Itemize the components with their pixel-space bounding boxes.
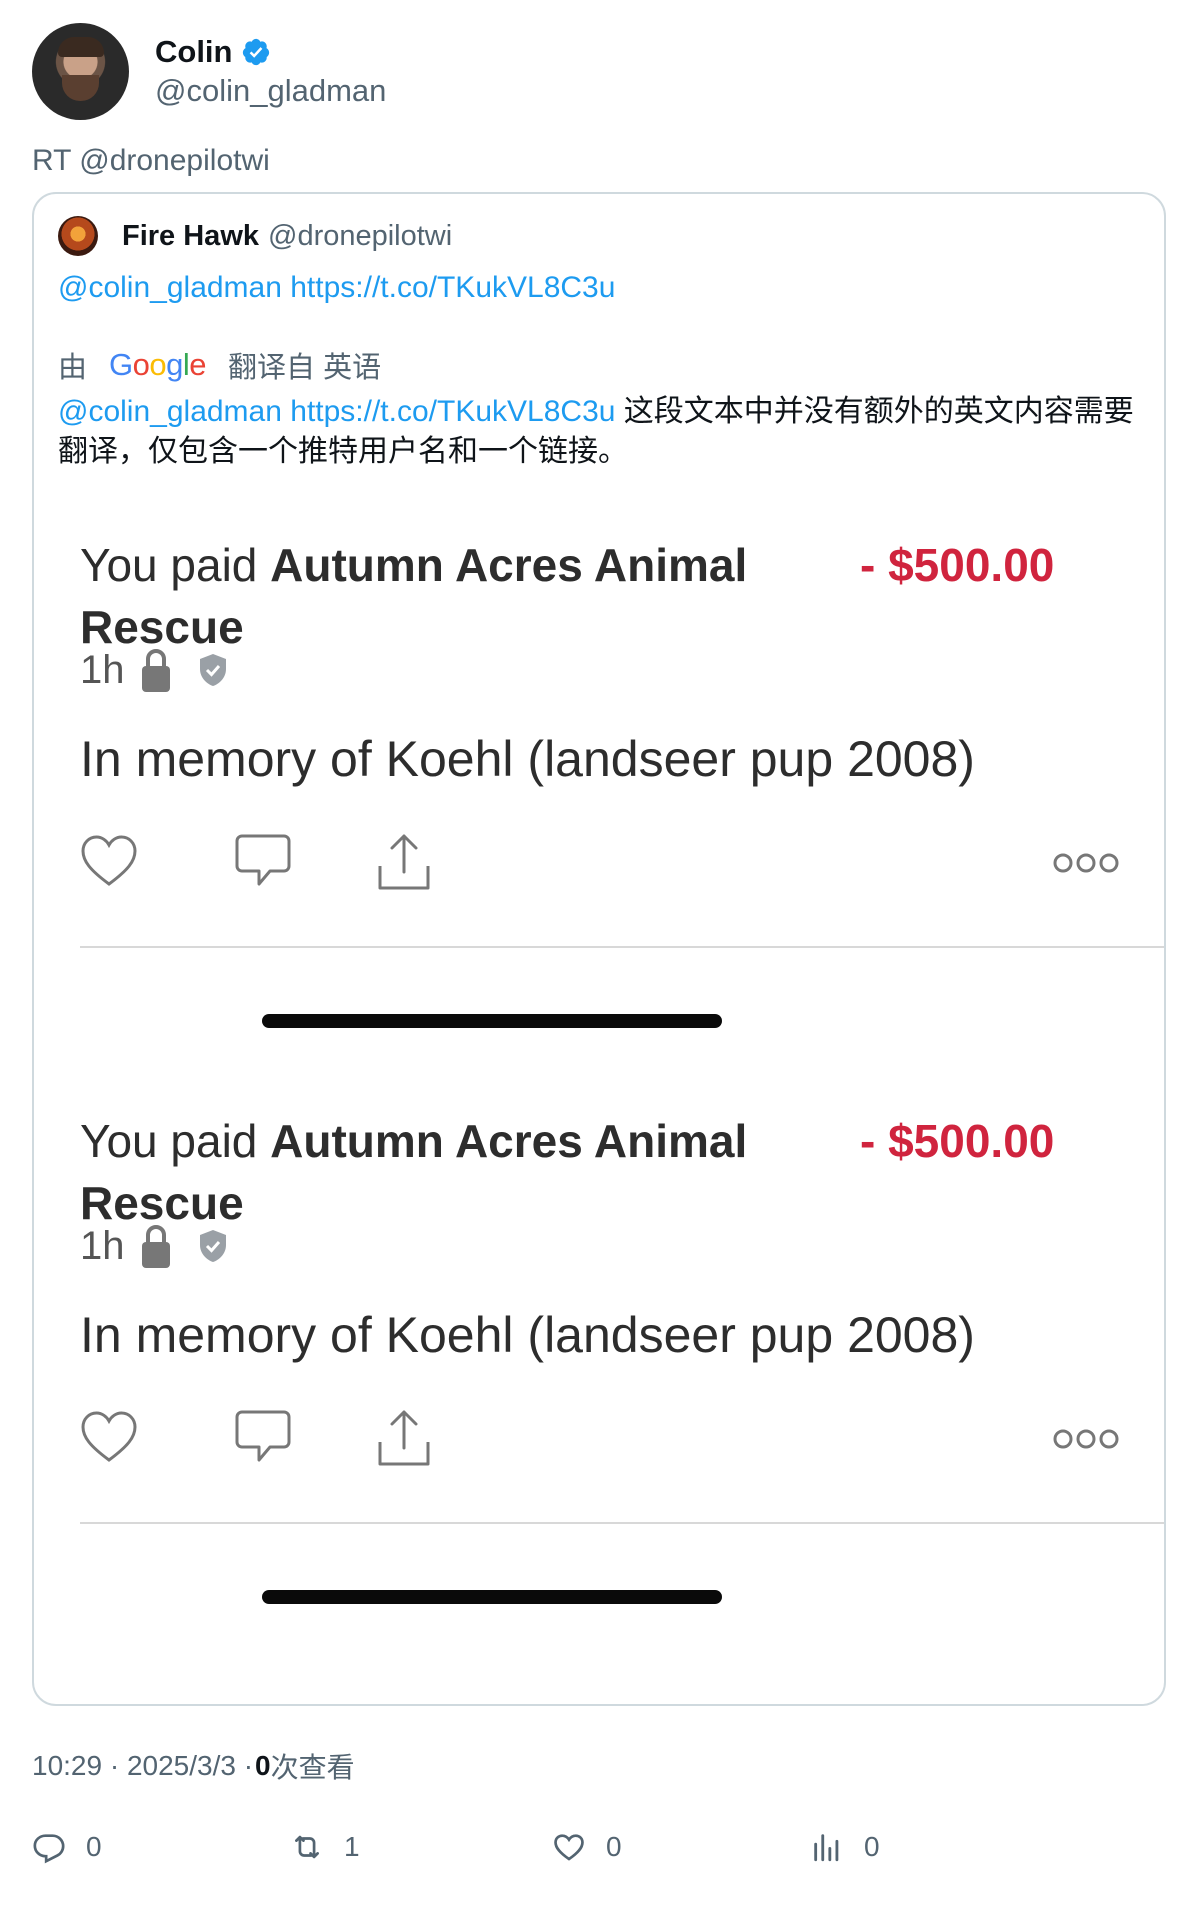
payment-amount: - $500.00 xyxy=(860,1115,1055,1167)
lock-icon xyxy=(141,649,170,692)
verified-badge-icon xyxy=(242,38,269,65)
translated-text: @colin_gladman https://t.co/TKukVL8C3u 这… xyxy=(58,392,1148,472)
heart-icon[interactable] xyxy=(80,1408,138,1466)
comment-icon[interactable] xyxy=(234,1408,292,1466)
google-logo: Google xyxy=(109,347,207,382)
more-options-icon[interactable] xyxy=(1052,1428,1120,1450)
comment-icon[interactable] xyxy=(234,832,292,890)
quoted-author-handle[interactable]: @dronepilotwi xyxy=(268,220,452,253)
retweet-icon xyxy=(295,1835,319,1859)
payment-memo: In memory of Koehl (landseer pup 2008) xyxy=(80,1307,975,1363)
payment-description: You paid Autumn Acres Animal Rescue xyxy=(80,1115,748,1229)
author-avatar[interactable] xyxy=(32,23,129,120)
author-display-name[interactable]: Colin xyxy=(155,33,233,71)
author-handle[interactable]: @colin_gladman xyxy=(155,71,386,111)
payment-time: 1h xyxy=(80,1223,125,1268)
views-stat-count: 0 xyxy=(864,1831,880,1862)
engagement-bar: 0 1 0 0 xyxy=(32,1830,1166,1880)
tweet-header: Colin @colin_gladman xyxy=(32,23,386,120)
divider xyxy=(80,1522,1164,1524)
quoted-tweet-header: Fire Hawk @dronepilotwi xyxy=(58,216,452,256)
payment-amount: - $500.00 xyxy=(860,539,1055,591)
payment-meta: 1h xyxy=(80,646,229,694)
views-button[interactable]: 0 xyxy=(810,1830,880,1864)
home-indicator-bar xyxy=(262,1014,722,1028)
more-options-icon[interactable] xyxy=(1052,852,1120,874)
retweet-count: 1 xyxy=(344,1831,360,1862)
payment-actions xyxy=(80,832,1120,896)
reply-count: 0 xyxy=(86,1831,102,1862)
quoted-author-avatar[interactable] xyxy=(58,216,98,256)
views-count: 0 xyxy=(255,1750,271,1781)
translated-url-link[interactable]: https://t.co/TKukVL8C3u xyxy=(290,395,615,428)
translate-prefix: 由 xyxy=(58,352,88,384)
payment-memo: In memory of Koehl (landseer pup 2008) xyxy=(80,731,975,787)
payment-meta: 1h xyxy=(80,1222,229,1270)
heart-icon[interactable] xyxy=(80,832,138,890)
timestamp-text[interactable]: 10:29 · 2025/3/3 · xyxy=(32,1750,253,1782)
like-button[interactable]: 0 xyxy=(552,1830,622,1864)
divider xyxy=(80,946,1164,948)
retweet-button[interactable]: 1 xyxy=(290,1830,360,1864)
reply-icon xyxy=(33,1834,65,1864)
like-count: 0 xyxy=(606,1831,622,1862)
quoted-tweet-text[interactable]: @colin_gladman https://t.co/TKukVL8C3u xyxy=(58,268,615,308)
translated-mention-link[interactable]: @colin_gladman xyxy=(58,395,282,428)
payment-screenshot: You paid Autumn Acres Animal Rescue - $5… xyxy=(34,534,1164,1108)
quoted-author-name[interactable]: Fire Hawk xyxy=(122,220,259,253)
home-indicator-bar xyxy=(262,1590,722,1604)
reply-button[interactable]: 0 xyxy=(32,1830,102,1864)
shield-check-icon xyxy=(199,1230,226,1262)
analytics-icon xyxy=(814,1834,839,1862)
payment-time: 1h xyxy=(80,647,125,692)
translate-suffix: 翻译自 英语 xyxy=(228,352,382,384)
like-icon xyxy=(554,1834,584,1861)
shield-check-icon xyxy=(199,654,226,686)
payment-actions xyxy=(80,1408,1120,1472)
retweet-line: RT @dronepilotwi xyxy=(32,144,270,177)
share-icon[interactable] xyxy=(376,832,432,892)
translation-attribution: 由 Google 翻译自 英语 xyxy=(58,344,381,386)
share-icon[interactable] xyxy=(376,1408,432,1468)
author-name-block: Colin @colin_gladman xyxy=(155,33,386,111)
lock-icon xyxy=(141,1225,170,1268)
quoted-tweet-card[interactable]: Fire Hawk @dronepilotwi @colin_gladman h… xyxy=(32,192,1166,1706)
payment-description: You paid Autumn Acres Animal Rescue xyxy=(80,539,748,653)
payment-screenshot: You paid Autumn Acres Animal Rescue - $5… xyxy=(34,1110,1164,1684)
views-label: 次查看 xyxy=(270,1752,355,1783)
tweet-timestamp: 10:29 · 2025/3/3 · 0 次查看 xyxy=(32,1746,355,1786)
